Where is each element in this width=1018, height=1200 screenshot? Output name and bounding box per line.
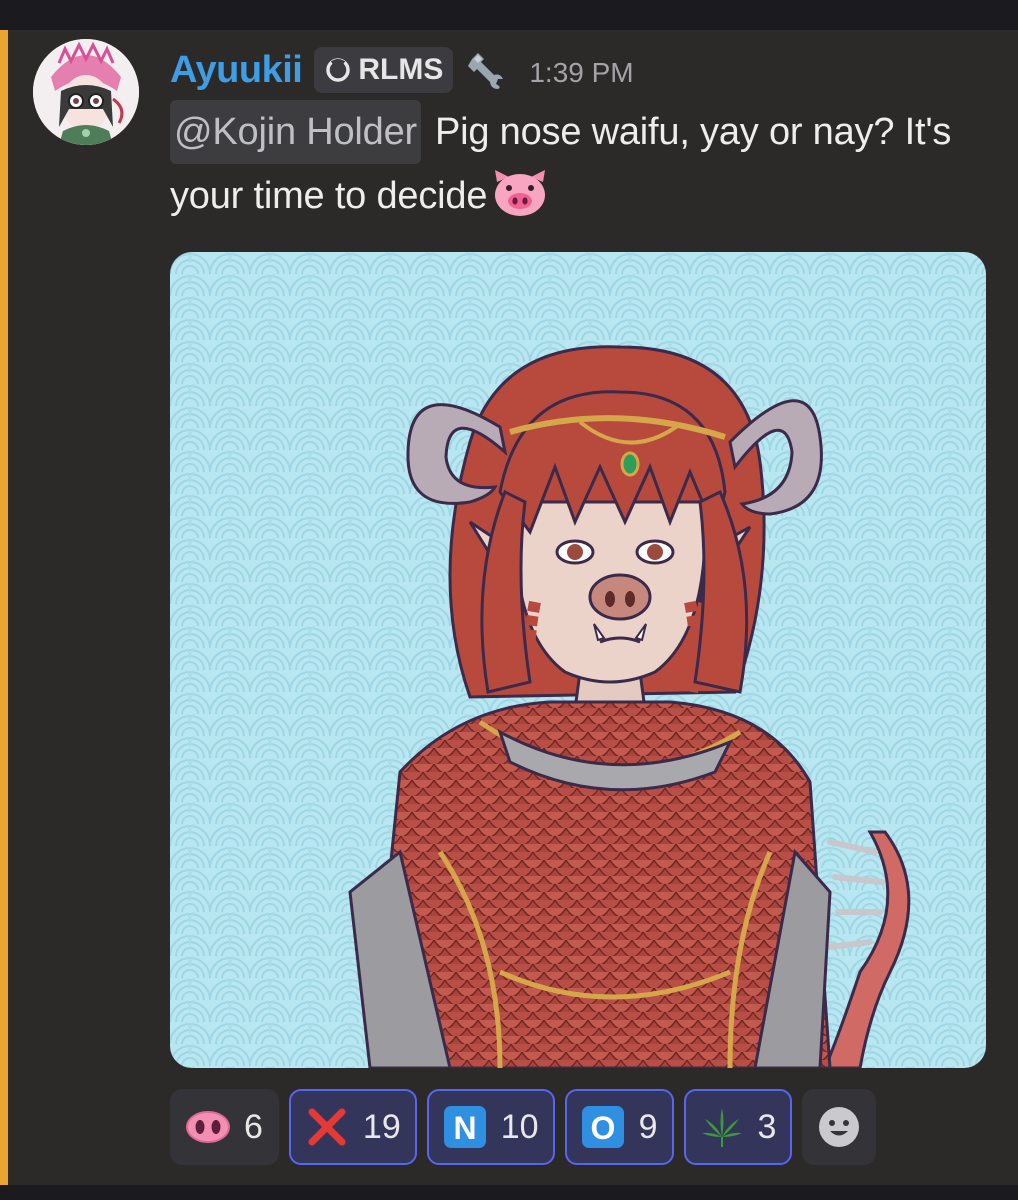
pig-face-emoji: [491, 168, 549, 218]
reaction-leaf[interactable]: 3: [683, 1089, 793, 1165]
wrench-icon[interactable]: [463, 48, 507, 92]
leaf-icon: [698, 1103, 746, 1151]
avatar-image: [33, 39, 139, 145]
message-header: Ayuukii RLMS 1:39 PM: [170, 42, 634, 98]
reaction-count: 6: [244, 1107, 263, 1146]
cross-mark-icon: [303, 1103, 351, 1151]
reactions-bar: 6 19 N 10 O 9 3: [170, 1089, 877, 1169]
chat-message: Ayuukii RLMS 1:39 PM @Kojin Holder Pig no…: [0, 30, 1018, 1185]
reaction-letter-o[interactable]: O 9: [564, 1089, 674, 1165]
timestamp: 1:39 PM: [529, 57, 634, 88]
letter-n-icon: N: [441, 1103, 489, 1151]
reaction-count: 19: [362, 1107, 401, 1146]
letter-n-glyph: N: [453, 1110, 476, 1146]
guild-tag-label: RLMS: [358, 53, 444, 86]
reaction-cross-mark[interactable]: 19: [288, 1089, 417, 1165]
attachment-illustration: [170, 252, 986, 1068]
reaction-pig-nose[interactable]: 6: [170, 1089, 279, 1165]
letter-o-glyph: O: [590, 1110, 615, 1146]
image-attachment[interactable]: [170, 252, 986, 1068]
user-mention[interactable]: @Kojin Holder: [170, 100, 421, 164]
bottom-bar: [0, 1185, 1018, 1200]
username[interactable]: Ayuukii: [170, 49, 303, 92]
top-bar: [0, 0, 1018, 30]
letter-o-icon: O: [579, 1103, 627, 1151]
avatar[interactable]: [33, 39, 139, 145]
reaction-letter-n[interactable]: N 10: [426, 1089, 555, 1165]
guild-tag-icon: [324, 56, 352, 84]
reaction-count: 3: [757, 1107, 777, 1146]
smiley-icon: [819, 1107, 860, 1147]
mention-highlight-bar: [0, 30, 8, 1185]
guild-tag[interactable]: RLMS: [314, 47, 454, 93]
reaction-count: 9: [638, 1107, 658, 1146]
message-content: @Kojin Holder Pig nose waifu, yay or nay?…: [170, 100, 960, 228]
reaction-count: 10: [500, 1107, 539, 1146]
add-reaction-button[interactable]: [802, 1089, 877, 1165]
pig-nose-icon: [184, 1103, 232, 1151]
